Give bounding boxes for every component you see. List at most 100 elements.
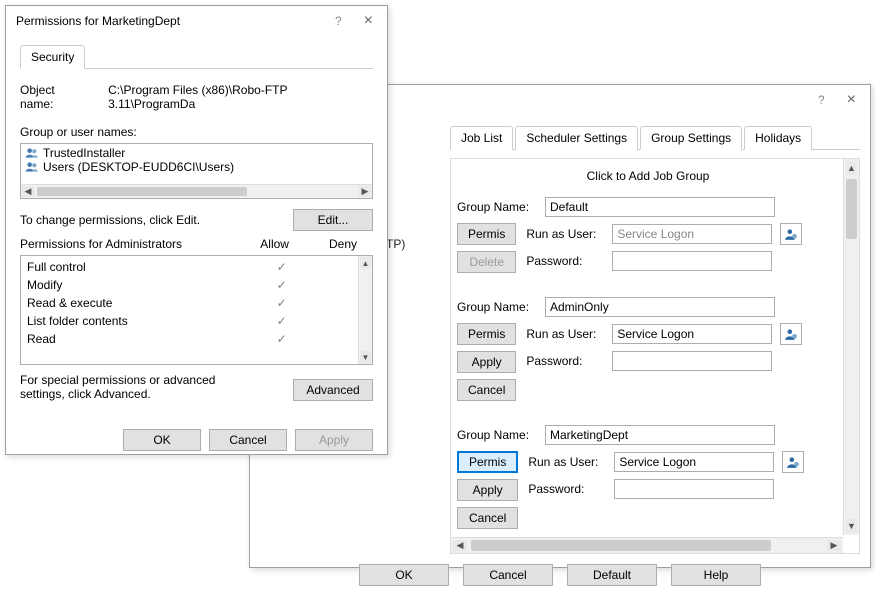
groups-panel: Click to Add Job Group Group Name: Permi… [450, 158, 860, 554]
perm-name: Full control [27, 260, 86, 274]
configurator-footer: OK Cancel Default Help [260, 554, 860, 592]
table-row: List folder contents ✓ [27, 312, 366, 330]
group-icon [25, 160, 39, 174]
permissions-title: Permissions for MarketingDept [16, 14, 180, 28]
table-row: Full control ✓ [27, 258, 366, 276]
help-button[interactable]: Help [671, 564, 761, 586]
apply-button: Apply [295, 429, 373, 451]
scroll-up-icon[interactable]: ▲ [846, 161, 857, 175]
horizontal-scrollbar[interactable]: ◀ ▶ [451, 537, 843, 553]
permissions-tabs: Security [20, 44, 373, 69]
pick-user-button[interactable] [780, 323, 802, 345]
user-icon [784, 327, 798, 341]
list-item[interactable]: Users (DESKTOP-EUDD6CI\Users) [23, 160, 370, 174]
deny-cell [341, 260, 344, 274]
permissions-titlebar: Permissions for MarketingDept ? × [6, 6, 387, 36]
deny-cell [341, 332, 344, 346]
vertical-scrollbar[interactable]: ▲ ▼ [358, 256, 372, 364]
check-icon: ✓ [277, 260, 287, 274]
deny-cell [341, 296, 344, 310]
tab-job-list[interactable]: Job List [450, 126, 513, 150]
perm-name: Modify [27, 278, 62, 292]
password-label: Password: [526, 354, 604, 368]
scroll-thumb[interactable] [471, 540, 771, 551]
scroll-up-icon[interactable]: ▲ [360, 257, 371, 269]
group-form: Group Name: Permis Delete Run as User: [457, 197, 839, 273]
group-form: Group Name: Permis Apply Cancel [457, 425, 839, 529]
tab-security[interactable]: Security [20, 45, 85, 69]
ok-button[interactable]: OK [359, 564, 449, 586]
pick-user-button[interactable] [780, 223, 802, 245]
group-user-names-label: Group or user names: [20, 125, 373, 139]
table-row: Read & execute ✓ [27, 294, 366, 312]
cancel-button[interactable]: Cancel [457, 379, 516, 401]
table-row: Read ✓ [27, 330, 366, 348]
group-name-input[interactable] [545, 297, 775, 317]
scroll-thumb[interactable] [37, 187, 247, 196]
group-name-input[interactable] [545, 425, 775, 445]
scroll-down-icon[interactable]: ▼ [360, 351, 371, 363]
help-icon[interactable]: ? [810, 89, 833, 111]
pick-user-button[interactable] [782, 451, 804, 473]
group-icon [25, 146, 39, 160]
cancel-button[interactable]: Cancel [463, 564, 553, 586]
apply-button[interactable]: Apply [457, 351, 516, 373]
allow-header: Allow [260, 237, 289, 251]
scroll-left-icon[interactable]: ◀ [453, 540, 467, 551]
run-as-user-label: Run as User: [526, 327, 604, 341]
edit-button[interactable]: Edit... [293, 209, 373, 231]
vertical-scrollbar[interactable]: ▲ ▼ [843, 159, 859, 535]
check-icon: ✓ [277, 278, 287, 292]
user-icon [784, 227, 798, 241]
change-permissions-hint: To change permissions, click Edit. [20, 213, 200, 227]
group-name-label: Group Name: [457, 300, 537, 314]
apply-button[interactable]: Apply [457, 479, 518, 501]
run-as-user-input[interactable] [612, 324, 772, 344]
list-item[interactable]: TrustedInstaller [23, 146, 370, 160]
tab-scheduler-settings[interactable]: Scheduler Settings [515, 126, 638, 150]
cancel-button[interactable]: Cancel [457, 507, 518, 529]
scroll-right-icon[interactable]: ▶ [827, 540, 841, 551]
password-label: Password: [528, 482, 606, 496]
password-input[interactable] [614, 479, 774, 499]
run-as-user-label: Run as User: [526, 227, 604, 241]
ok-button[interactable]: OK [123, 429, 201, 451]
tab-holidays[interactable]: Holidays [744, 126, 812, 150]
group-name-input[interactable] [545, 197, 775, 217]
check-icon: ✓ [277, 296, 287, 310]
cancel-button[interactable]: Cancel [209, 429, 287, 451]
principal-name: Users (DESKTOP-EUDD6CI\Users) [43, 160, 234, 174]
close-icon[interactable]: × [356, 9, 381, 33]
help-icon[interactable]: ? [327, 10, 350, 32]
scroll-right-icon[interactable]: ▶ [359, 186, 371, 197]
groups-panel-inner: Click to Add Job Group Group Name: Permi… [451, 159, 859, 553]
object-name-label: Object name: [20, 83, 90, 111]
perm-name: Read & execute [27, 296, 112, 310]
scroll-down-icon[interactable]: ▼ [846, 519, 857, 533]
table-row: Modify ✓ [27, 276, 366, 294]
password-input[interactable] [612, 351, 772, 371]
permis-button[interactable]: Permis [457, 223, 516, 245]
password-label: Password: [526, 254, 604, 268]
permissions-client: Security Object name: C:\Program Files (… [6, 36, 387, 461]
tab-group-settings[interactable]: Group Settings [640, 126, 742, 150]
permis-button[interactable]: Permis [457, 323, 516, 345]
group-form: Group Name: Permis Apply Cancel [457, 297, 839, 401]
deny-cell [341, 314, 344, 328]
scroll-thumb[interactable] [846, 179, 857, 239]
run-as-user-input[interactable] [614, 452, 774, 472]
add-job-group-button[interactable]: Click to Add Job Group [478, 169, 818, 183]
deny-cell [341, 278, 344, 292]
check-icon: ✓ [277, 314, 287, 328]
group-name-label: Group Name: [457, 200, 537, 214]
horizontal-scrollbar[interactable]: ◀ ▶ [21, 184, 372, 198]
password-input[interactable] [612, 251, 772, 271]
delete-button: Delete [457, 251, 516, 273]
run-as-user-input[interactable] [612, 224, 772, 244]
close-icon[interactable]: × [839, 88, 864, 112]
principals-list[interactable]: TrustedInstaller Users (DESKTOP-EUDD6CI\… [20, 143, 373, 199]
default-button[interactable]: Default [567, 564, 657, 586]
permis-button[interactable]: Permis [457, 451, 518, 473]
advanced-button[interactable]: Advanced [293, 379, 373, 401]
scroll-left-icon[interactable]: ◀ [22, 186, 34, 197]
